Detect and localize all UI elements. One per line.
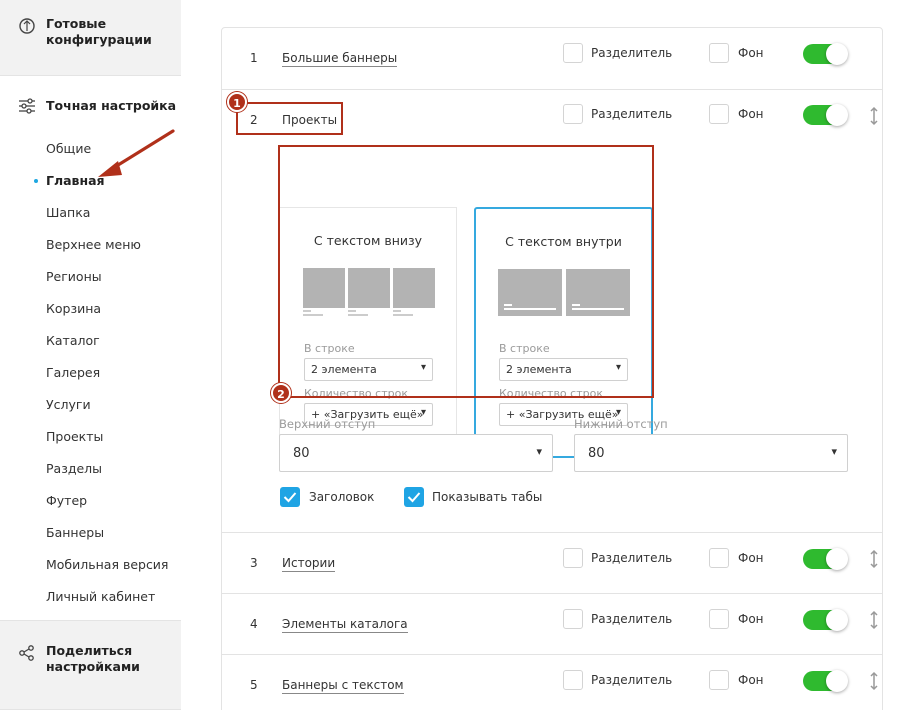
background-checkbox[interactable] <box>709 548 729 568</box>
background-checkbox[interactable] <box>709 670 729 690</box>
divider-label: Разделитель <box>591 46 673 60</box>
check-icon <box>407 492 421 503</box>
section-toggle[interactable] <box>803 43 848 65</box>
annotation-badge-2: 2 <box>271 383 291 403</box>
sidebar-item-header[interactable]: Шапка <box>18 197 181 229</box>
background-checkbox[interactable] <box>709 43 729 63</box>
share-icon <box>19 645 34 661</box>
background-checkbox[interactable] <box>709 609 729 629</box>
sidebar-item-cart[interactable]: Корзина <box>18 293 181 325</box>
sidebar-item-banners[interactable]: Баннеры <box>18 517 181 549</box>
top-offset-label: Верхний отступ <box>279 417 376 431</box>
sidebar-item-regions[interactable]: Регионы <box>18 261 181 293</box>
show-tabs-checkbox[interactable] <box>404 487 424 507</box>
sidebar-menu: Общие Главная Шапка Верхнее меню Регионы… <box>18 133 181 613</box>
row-title-link[interactable]: Истории <box>282 556 336 572</box>
annotation-arrow <box>98 129 175 177</box>
sidebar-item-projects[interactable]: Проекты <box>18 421 181 453</box>
annotation-highlight-1 <box>236 102 343 135</box>
background-label: Фон <box>738 612 764 626</box>
drag-handle-icon[interactable] <box>869 549 879 569</box>
section-toggle[interactable] <box>803 609 848 631</box>
divider-checkbox[interactable] <box>563 104 583 124</box>
show-heading-checkbox[interactable] <box>280 487 300 507</box>
divider-label: Разделитель <box>591 612 673 626</box>
section-row-1: 1 Большие баннеры Разделитель Фон <box>222 28 882 90</box>
sidebar-item-sections[interactable]: Разделы <box>18 453 181 485</box>
settings-page: Готовые конфигурации Точная настройка Об… <box>0 0 920 710</box>
sidebar-item-footer[interactable]: Футер <box>18 485 181 517</box>
row-title-link[interactable]: Баннеры с текстом <box>282 678 404 694</box>
section-row-4: 4 Элементы каталога Разделитель Фон <box>222 594 882 655</box>
ready-configs-link[interactable]: Готовые конфигурации <box>0 0 181 76</box>
section-toggle[interactable] <box>803 548 848 570</box>
sidebar-item-account[interactable]: Личный кабинет <box>18 581 181 613</box>
palette-icon <box>19 18 35 34</box>
row-title-link[interactable]: Элементы каталога <box>282 617 408 633</box>
sidebar-item-mobile[interactable]: Мобильная версия <box>18 549 181 581</box>
background-label: Фон <box>738 107 764 121</box>
sections-panel: 1 Большие баннеры Разделитель Фон 2 Прое… <box>221 27 883 710</box>
sidebar-item-services[interactable]: Услуги <box>18 389 181 421</box>
sidebar-item-catalog[interactable]: Каталог <box>18 325 181 357</box>
row-number: 1 <box>250 51 258 65</box>
row-number: 3 <box>250 556 258 570</box>
background-label: Фон <box>738 673 764 687</box>
sliders-icon <box>19 98 35 114</box>
section-row-2: 2 Проекты Разделитель Фон 1 С текстом вн… <box>222 90 882 533</box>
section-toggle[interactable] <box>803 104 848 126</box>
divider-label: Разделитель <box>591 673 673 687</box>
show-tabs-label: Показывать табы <box>432 490 543 504</box>
row-number: 5 <box>250 678 258 692</box>
drag-handle-icon[interactable] <box>869 671 879 691</box>
fine-tuning-title: Точная настройка <box>46 98 177 113</box>
bottom-offset-select[interactable]: 80 <box>574 434 848 472</box>
divider-checkbox[interactable] <box>563 670 583 690</box>
divider-checkbox[interactable] <box>563 548 583 568</box>
sidebar-item-gallery[interactable]: Галерея <box>18 357 181 389</box>
section-row-5: 5 Баннеры с текстом Разделитель Фон <box>222 655 882 710</box>
background-checkbox[interactable] <box>709 104 729 124</box>
top-offset-select[interactable]: 80 <box>279 434 553 472</box>
divider-label: Разделитель <box>591 107 673 121</box>
divider-label: Разделитель <box>591 551 673 565</box>
background-label: Фон <box>738 46 764 60</box>
row-title-link[interactable]: Большие баннеры <box>282 51 398 67</box>
section-toggle[interactable] <box>803 670 848 692</box>
drag-handle-icon[interactable] <box>869 610 879 630</box>
annotation-highlight-2 <box>278 145 654 398</box>
annotation-badge-1: 1 <box>227 92 247 112</box>
section-row-3: 3 Истории Разделитель Фон <box>222 533 882 594</box>
row-number: 4 <box>250 617 258 631</box>
fine-tuning-header[interactable]: Точная настройка <box>18 97 181 115</box>
sidebar: Готовые конфигурации Точная настройка Об… <box>0 0 181 710</box>
divider-checkbox[interactable] <box>563 43 583 63</box>
divider-checkbox[interactable] <box>563 609 583 629</box>
share-settings-title: Поделиться настройками <box>46 643 140 674</box>
drag-handle-icon[interactable] <box>869 106 879 126</box>
ready-configs-title: Готовые конфигурации <box>46 16 152 47</box>
background-label: Фон <box>738 551 764 565</box>
check-icon <box>283 492 297 503</box>
sidebar-item-top-menu[interactable]: Верхнее меню <box>18 229 181 261</box>
share-settings-link[interactable]: Поделиться настройками <box>0 620 181 710</box>
bottom-offset-label: Нижний отступ <box>574 417 668 431</box>
show-heading-label: Заголовок <box>309 490 375 504</box>
